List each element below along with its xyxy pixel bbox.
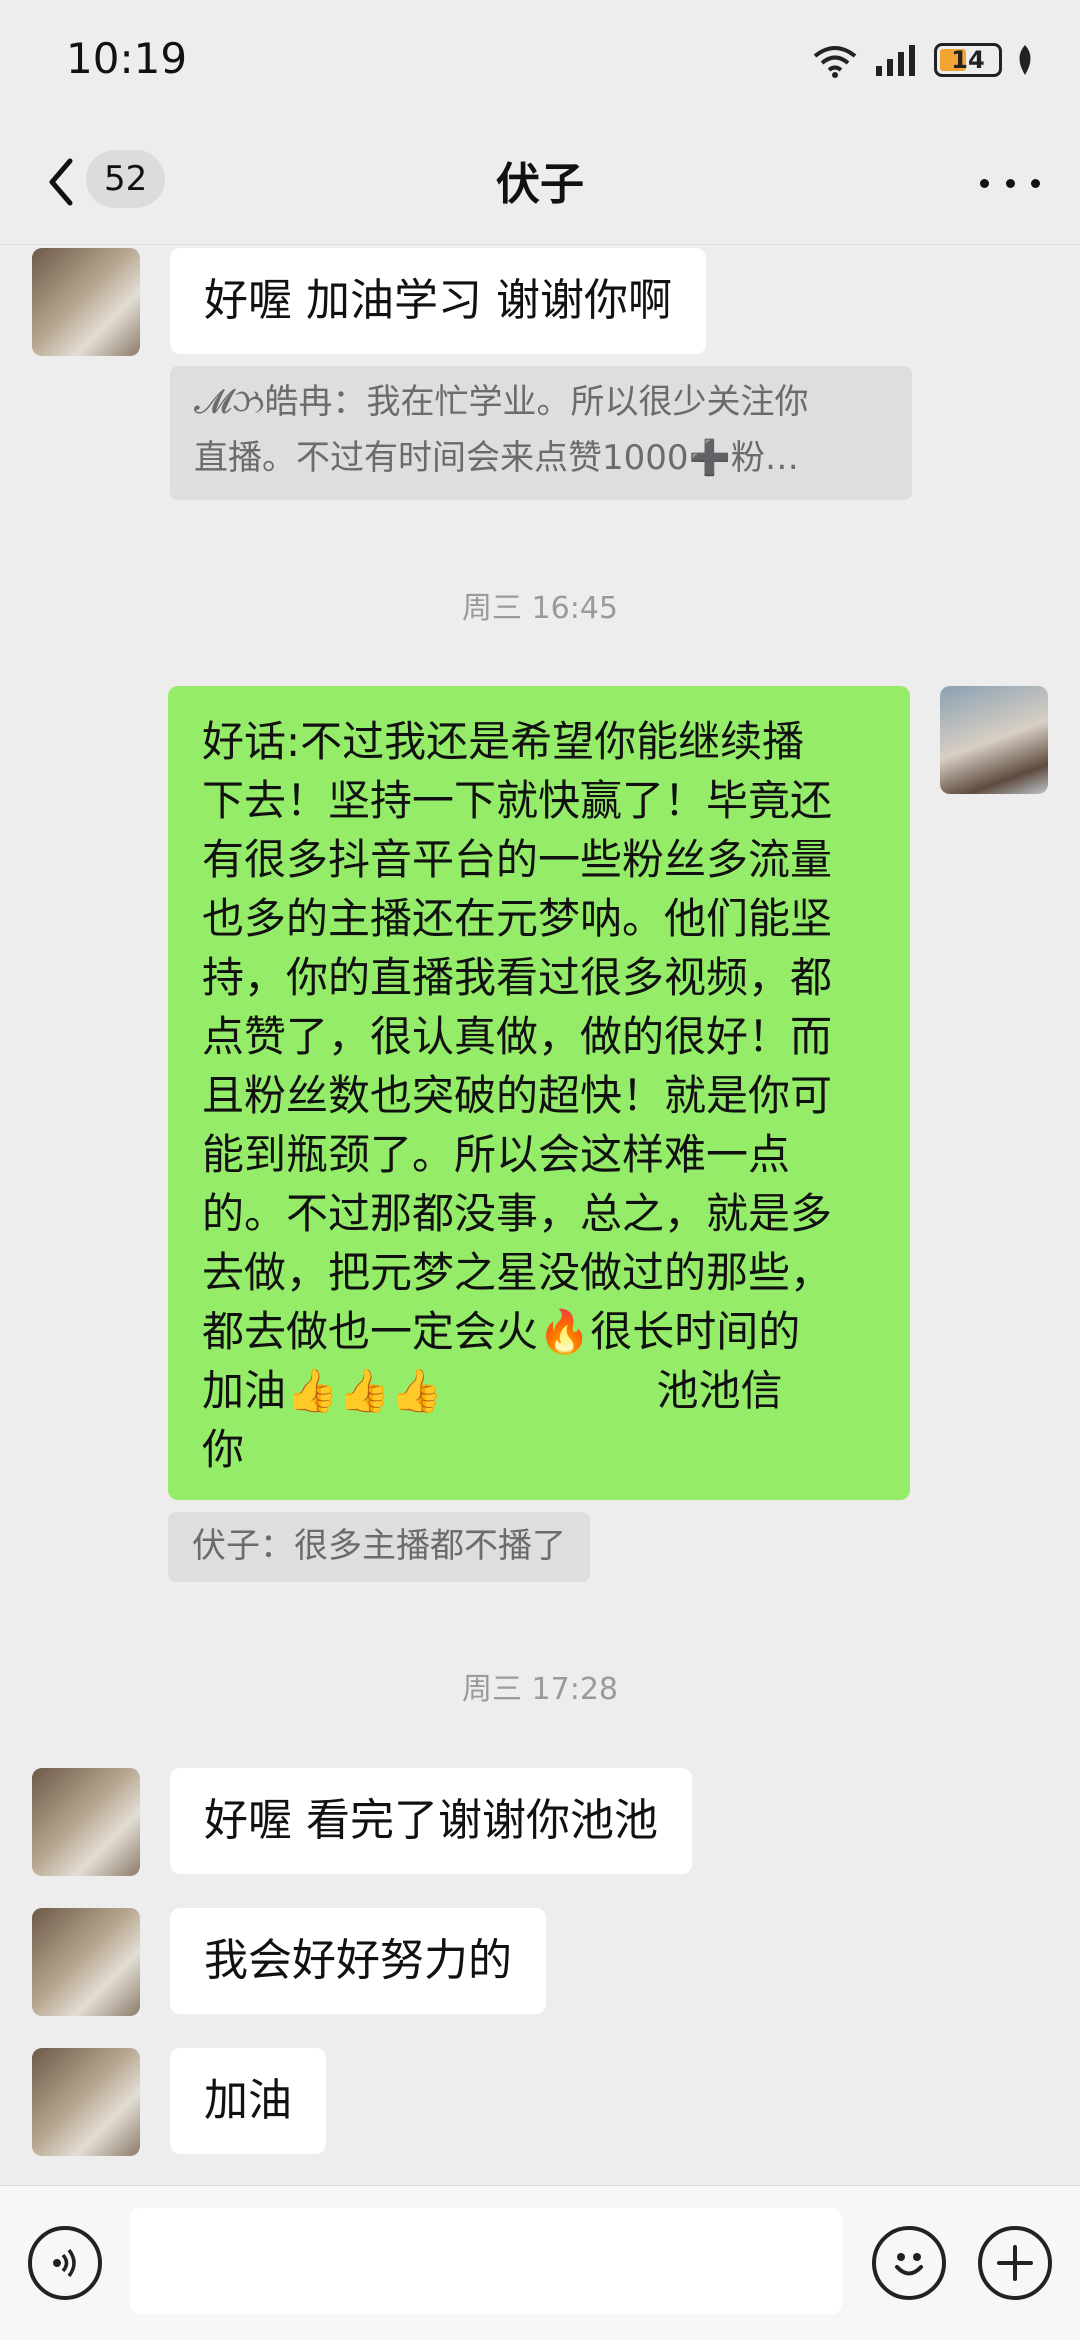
status-time: 10:19: [66, 34, 188, 83]
my-avatar[interactable]: [940, 686, 1048, 794]
battery-indicator: 14: [934, 43, 1002, 77]
more-icon: [980, 178, 989, 188]
message-line: 也多的主播还在元梦呐。他们能坚: [202, 894, 833, 943]
voice-icon: [53, 2248, 76, 2278]
plus-button[interactable]: [978, 2226, 1052, 2300]
message-line: 能到瓶颈了。所以会这样难一点: [202, 1130, 791, 1179]
signal-icon: [876, 45, 915, 76]
plus-icon: [997, 2245, 1033, 2281]
friend-avatar[interactable]: [32, 1908, 140, 2016]
leaf-icon: [1019, 45, 1031, 75]
message-line: 下去！坚持一下就快赢了！毕竟还: [202, 776, 833, 825]
message-line: 持，你的直播我看过很多视频，都: [202, 953, 833, 1002]
emoji-icon: [895, 2253, 923, 2276]
voice-button[interactable]: [28, 2226, 102, 2300]
message-bubble[interactable]: 我会好好努力的: [170, 1908, 546, 2014]
quote-line: 𝓜ઝ皓冉：我在忙学业。所以很少关注你: [194, 382, 809, 422]
message-line: 点赞了，很认真做，做的很好！而: [202, 1012, 833, 1061]
chat-header: 52 伏子: [0, 120, 1080, 245]
input-bar: [0, 2185, 1080, 2340]
message-input[interactable]: [130, 2208, 842, 2314]
message-bubble[interactable]: 加油: [170, 2048, 326, 2154]
emoji-button[interactable]: [872, 2226, 946, 2300]
friend-avatar[interactable]: [32, 2048, 140, 2156]
quote-line: 直播。不过有时间会来点赞1000➕粉…: [194, 438, 799, 478]
chat-title: 伏子: [496, 159, 584, 210]
status-bar: 10:19 14: [0, 0, 1080, 120]
timestamp: 周三 16:45: [462, 591, 618, 626]
wifi-icon: [813, 46, 857, 78]
message-line: 去做，把元梦之星没做过的那些，: [202, 1248, 833, 1297]
quoted-message[interactable]: 伏子：很多主播都不播了: [168, 1512, 590, 1582]
message-line: 加油👍👍👍 池池信: [202, 1366, 783, 1415]
message-bubble[interactable]: 好喔 看完了谢谢你池池: [170, 1768, 692, 1874]
more-button[interactable]: [980, 158, 1040, 208]
battery-level: 14: [951, 46, 985, 74]
quoted-message[interactable]: 𝓜ઝ皓冉：我在忙学业。所以很少关注你 直播。不过有时间会来点赞1000➕粉…: [170, 366, 912, 500]
message-line: 好话:不过我还是希望你能继续播: [202, 717, 805, 766]
my-message-bubble[interactable]: 好话:不过我还是希望你能继续播 下去！坚持一下就快赢了！毕竟还 有很多抖音平台的…: [168, 686, 910, 1500]
friend-avatar[interactable]: [32, 1768, 140, 1876]
message-line: 且粉丝数也突破的超快！就是你可: [202, 1071, 833, 1120]
message-line: 都去做也一定会火🔥很长时间的: [202, 1307, 801, 1356]
timestamp: 周三 17:28: [462, 1672, 618, 1707]
message-line: 你: [202, 1425, 245, 1474]
status-icons: 14: [810, 40, 1036, 80]
message-line: 有很多抖音平台的一些粉丝多流量: [202, 835, 833, 884]
message-bubble[interactable]: 好喔 加油学习 谢谢你啊: [170, 248, 706, 354]
message-line: 的。不过那都没事，总之，就是多: [202, 1189, 833, 1238]
friend-avatar[interactable]: [32, 248, 140, 356]
